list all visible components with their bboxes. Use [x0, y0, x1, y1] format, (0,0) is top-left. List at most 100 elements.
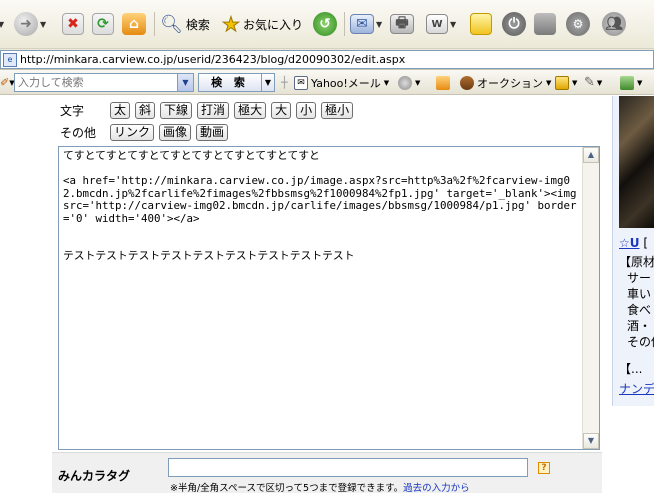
sidebar-line4: 車い [627, 287, 652, 301]
yahoo-toolbar: ✐ ▼ ▼ 検 索 ▼ ┼ ✉ Yahoo!メール ▼ ▼ オークション ▼ ▼… [0, 70, 654, 95]
print-button[interactable]: 🖶︎ [390, 10, 414, 38]
chevron-down-icon: ▼ [383, 78, 390, 87]
auction-icon [460, 75, 474, 90]
sidebar-line1: ☆U [ [619, 236, 648, 250]
search-label: 検索 [185, 17, 210, 32]
tag-input[interactable] [168, 458, 528, 477]
power-icon: ⏻ [502, 12, 526, 36]
mail-icon: ✉ [294, 75, 308, 90]
yahoo-pen-button[interactable]: ✎ ▼ [584, 73, 602, 92]
search-button[interactable]: 🔍︎ 検索 [160, 10, 210, 38]
other-format-label: その他 [60, 125, 97, 140]
yahoo-search-input[interactable] [15, 74, 175, 91]
toolbar-separator [154, 12, 155, 36]
blog-body-text[interactable]: てすとてすとてすとてすとてすとてすとてすとてすと <a href='http:/… [63, 150, 581, 446]
small-text-button[interactable]: 小 [296, 101, 317, 119]
favorites-label: お気に入り [242, 17, 303, 32]
edit-button[interactable]: W ▼ [426, 10, 456, 38]
insert-video-button[interactable]: 動画 [196, 123, 229, 141]
messenger-button[interactable]: ⏻ [502, 10, 526, 38]
chevron-down-icon: ▼ [415, 78, 421, 87]
tools-button[interactable]: ⚙ [566, 10, 590, 38]
sidebar-line2: 【原材料 [619, 255, 654, 269]
page-content: 文字 太 斜 下線 打消 極大 大 小 極小 その他 リンク 画像 動画 てすと… [0, 96, 654, 493]
yahoo-shield-button[interactable]: ▼ [398, 73, 420, 92]
toolbar-separator [344, 12, 345, 36]
address-url: http://minkara.carview.co.jp/userid/2364… [20, 53, 406, 66]
yahoo-auction-button[interactable]: オークション ▼ [460, 73, 551, 92]
note-icon [555, 75, 569, 90]
mail-button[interactable]: ✉ ▼ [350, 10, 382, 38]
shield-icon [398, 75, 412, 90]
insert-link-button[interactable]: リンク [110, 123, 155, 141]
tag-row: みんカラタグ ? ※半角/全角スペースで区切って5つまで登録できます。過去の入力… [52, 452, 602, 493]
xlarge-text-button[interactable]: 極大 [234, 101, 267, 119]
yahoo-toolbar-menu[interactable]: ✐ ▼ [0, 73, 15, 92]
left-margin [0, 96, 52, 493]
scroll-up-icon[interactable]: ▲ [583, 147, 599, 163]
people-button[interactable]: 👥︎ [602, 10, 626, 38]
insert-image-button[interactable]: 画像 [159, 123, 192, 141]
blog-body-textarea[interactable]: てすとてすとてすとてすとてすとてすとてすとてすと <a href='http:/… [58, 146, 600, 450]
note-icon [470, 13, 492, 35]
address-field[interactable]: e http://minkara.carview.co.jp/userid/23… [0, 50, 654, 69]
chevron-down-icon: ▼ [376, 19, 383, 29]
sidebar-line3: サー [627, 271, 652, 285]
chevron-down-icon: ▼ [546, 78, 552, 87]
scroll-down-icon[interactable]: ▼ [583, 433, 599, 449]
yahoo-search-button[interactable]: 検 索 [198, 73, 262, 92]
history-button[interactable]: ↺ [313, 10, 337, 38]
tag-note-text: ※半角/全角スペースで区切って5つまで登録できます。 [170, 483, 404, 493]
leaf-icon [620, 75, 634, 90]
chevron-down-icon: ▼ [596, 78, 603, 87]
search-icon: 🔍︎ [160, 13, 183, 35]
bold-button[interactable]: 太 [110, 101, 131, 119]
editor-scrollbar[interactable]: ▲ ▼ [582, 147, 599, 449]
yahoo-mail-label: Yahoo!メール [311, 76, 381, 90]
browser-toolbar: ▼ ➜ ▼ ✖ ⟳ ⌂ 🔍︎ 検索 ★ お気に入り ↺ ✉ ▼ 🖶︎ W ▼ ⏻ [0, 0, 654, 49]
yahoo-search-box[interactable]: ▼ [14, 73, 194, 92]
yahoo-extra-button[interactable]: ▼ [620, 73, 642, 92]
chevron-down-icon[interactable]: ▼ [262, 73, 275, 92]
underline-button[interactable]: 下線 [160, 101, 193, 119]
back-dropdown[interactable]: ▼ [0, 10, 4, 38]
italic-button[interactable]: 斜 [135, 101, 156, 119]
stop-icon: ✖ [62, 13, 84, 35]
sidebar-user-link[interactable]: ☆U [619, 236, 640, 250]
yahoo-note-button[interactable]: ▼ [555, 73, 577, 92]
sidebar-line7: その他 [627, 335, 654, 349]
chevron-down-icon: ▼ [0, 19, 5, 29]
large-text-button[interactable]: 大 [271, 101, 292, 119]
chevron-down-icon: ▼ [572, 78, 578, 87]
home-button[interactable]: ⌂ [122, 10, 146, 38]
sidebar-link[interactable]: ナンデ [619, 380, 654, 397]
forward-button[interactable]: ➜ ▼ [14, 10, 46, 38]
yahoo-auction-label: オークション [477, 76, 543, 90]
favorites-button[interactable]: ★ お気に入り [222, 10, 303, 38]
discuss-button[interactable] [470, 10, 492, 38]
text-format-label: 文字 [60, 103, 85, 118]
chevron-down-icon[interactable]: ▼ [177, 74, 193, 91]
tag-history-link[interactable]: 過去の入力から [403, 483, 470, 493]
strikethrough-button[interactable]: 打消 [197, 101, 230, 119]
help-icon[interactable]: ? [538, 462, 550, 474]
word-icon: W [426, 14, 448, 34]
sidebar-line6: 酒・・ [627, 319, 654, 333]
yahoo-download-button[interactable] [436, 73, 453, 92]
research-button[interactable] [534, 10, 556, 38]
home-icon: ⌂ [122, 13, 146, 35]
grip-icon: ┼ [281, 76, 288, 89]
yahoo-mail-button[interactable]: ✉ Yahoo!メール ▼ [294, 73, 389, 92]
printer-icon: 🖶︎ [390, 14, 414, 34]
xsmall-text-button[interactable]: 極小 [321, 101, 354, 119]
profile-photo [619, 96, 654, 228]
chevron-down-icon: ▼ [637, 78, 643, 87]
star-icon: ★ [222, 12, 241, 37]
tag-label: みんカラタグ [58, 469, 131, 483]
sidebar-line8: 【... [619, 362, 643, 376]
refresh-button[interactable]: ⟳ [92, 10, 114, 38]
stop-button[interactable]: ✖ [62, 10, 84, 38]
history-icon: ↺ [313, 12, 337, 36]
sidebar-line5: 食べ [627, 303, 652, 317]
pencil-icon: ✐ [0, 76, 10, 89]
